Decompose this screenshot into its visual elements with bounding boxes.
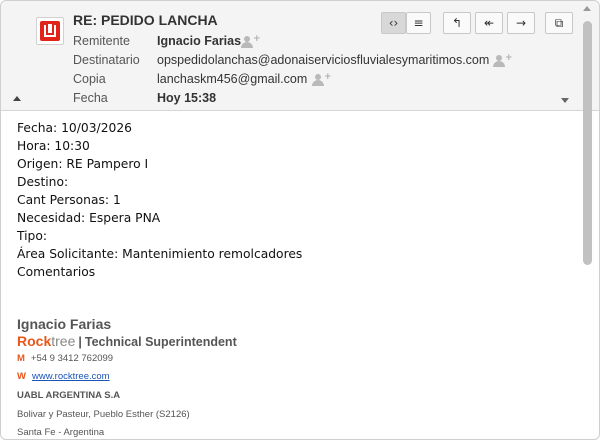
signature-address-1: Bolivar y Pasteur, Pueblo Esther (S2126) <box>17 409 190 420</box>
body-line: Área Solicitante: Mantenimiento remolcad… <box>17 247 303 261</box>
forward-button[interactable]: → <box>507 12 535 34</box>
signature-role: Technical Superintendent <box>84 335 237 349</box>
cc-label: Copia <box>73 72 106 86</box>
brand-rock: Rock <box>17 333 52 349</box>
phone-number: +54 9 3412 762099 <box>30 353 114 364</box>
sender-label: Remitente <box>73 34 130 48</box>
menu-icon: ≡ <box>413 16 424 30</box>
cc-value[interactable]: lanchaskm456@gmail.com <box>157 72 307 86</box>
email-subject: RE: PEDIDO LANCHA <box>73 12 218 28</box>
reply-all-icon: ↞ <box>483 16 495 30</box>
phone-key: M <box>17 353 25 364</box>
signature-phone: M +54 9 3412 762099 <box>17 350 237 368</box>
expand-details-icon[interactable] <box>561 98 569 103</box>
recipient-value[interactable]: opspedidolanchas@adonaiserviciosfluviale… <box>157 53 489 67</box>
web-key: W <box>17 371 26 382</box>
date-label: Fecha <box>73 91 108 105</box>
sender-avatar <box>36 17 64 45</box>
collapse-header-icon[interactable] <box>13 96 21 101</box>
body-line: Comentarios <box>17 265 96 279</box>
scrollbar-thumb[interactable] <box>583 21 592 265</box>
toggle-source-button[interactable]: ‹› <box>381 12 406 34</box>
body-line: Destino: <box>17 175 69 189</box>
add-contact-icon[interactable]: + <box>241 34 261 48</box>
body-line: Tipo: <box>17 229 48 243</box>
signature-name: Ignacio Farias <box>17 316 112 332</box>
signature-title: Rocktree | Technical Superintendent <box>17 333 237 350</box>
signature-web: Wwww.rocktree.com <box>17 368 237 386</box>
date-value: Hoy 15:38 <box>157 91 217 105</box>
brand-tree: tree <box>51 333 76 349</box>
sender-value[interactable]: Ignacio Farias <box>157 34 241 48</box>
open-window-button[interactable]: ⧉ <box>545 12 573 34</box>
body-line: Fecha: 10/03/2026 <box>17 121 132 135</box>
body-line: Origen: RE Pampero I <box>17 157 149 171</box>
reply-all-button[interactable]: ↞ <box>475 12 503 34</box>
brand-separator: | <box>78 335 82 349</box>
scroll-up-arrow[interactable] <box>583 6 591 11</box>
new-window-icon: ⧉ <box>554 16 564 30</box>
email-viewer: RE: PEDIDO LANCHA Remitente Ignacio Fari… <box>0 0 600 440</box>
add-contact-icon[interactable]: + <box>493 53 513 67</box>
website-link[interactable]: www.rocktree.com <box>32 371 110 382</box>
body-line: Necesidad: Espera PNA <box>17 211 161 225</box>
forward-icon: → <box>515 16 527 30</box>
signature-address-2: Santa Fe - Argentina <box>17 427 105 438</box>
add-contact-icon[interactable]: + <box>312 72 332 86</box>
recipient-label: Destinatario <box>73 53 140 67</box>
email-signature: Ignacio Farias Rocktree | Technical Superi… <box>17 315 237 439</box>
message-body: Fecha: 10/03/2026 Hora: 10:30 Origen: RE… <box>17 119 577 281</box>
body-line: Hora: 10:30 <box>17 139 90 153</box>
signature-company: UABL ARGENTINA S.A <box>17 390 121 401</box>
headers-button[interactable]: ≡ <box>406 12 431 34</box>
body-line: Cant Personas: 1 <box>17 193 121 207</box>
email-header: RE: PEDIDO LANCHA Remitente Ignacio Fari… <box>1 1 599 111</box>
company-logo-icon <box>40 21 60 41</box>
reply-icon: ↰ <box>451 16 463 30</box>
reply-button[interactable]: ↰ <box>443 12 471 34</box>
code-icon: ‹› <box>388 16 399 30</box>
